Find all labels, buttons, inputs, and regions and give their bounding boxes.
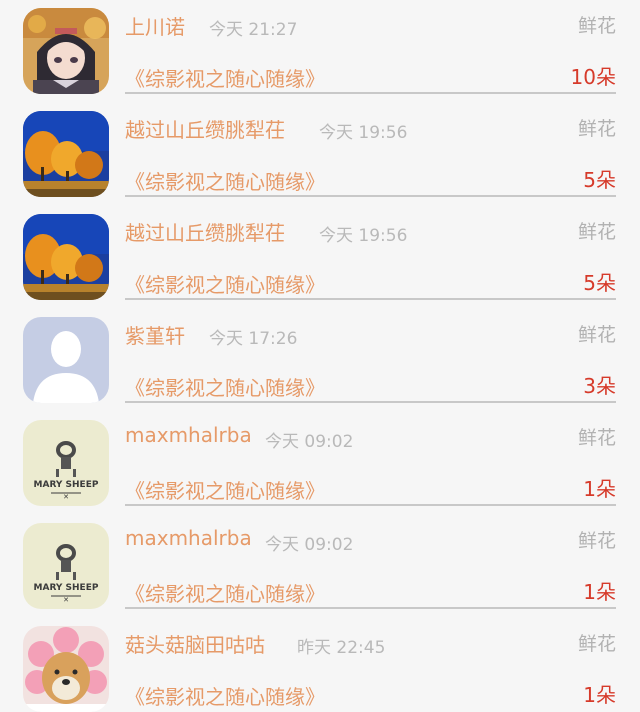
autumn-trees-avatar[interactable] <box>23 111 109 197</box>
timestamp: 今天 09:02 <box>265 432 354 452</box>
anime-girl-avatar[interactable] <box>23 8 109 94</box>
list-item[interactable]: 上川诺 今天 21:27 鲜花 《综影视之随心随缘》 10朵 <box>0 0 640 103</box>
user-name[interactable]: maxmhalrba <box>125 423 252 447</box>
gift-count: 5朵 <box>583 271 616 295</box>
gift-count: 10朵 <box>570 65 616 89</box>
divider <box>125 92 616 94</box>
avatar-image <box>23 214 109 300</box>
divider <box>125 195 616 197</box>
book-title-link[interactable]: 《综影视之随心随缘》 <box>125 269 325 298</box>
gift-count: 1朵 <box>583 683 616 707</box>
mary-sheep-avatar[interactable]: MARY SHEEP ✕ <box>23 523 109 609</box>
list-item[interactable]: 紫堇轩 今天 17:26 鲜花 《综影视之随心随缘》 3朵 <box>0 309 640 412</box>
divider <box>125 607 616 609</box>
user-name[interactable]: 紫堇轩 <box>125 320 185 349</box>
avatar-image: MARY SHEEP ✕ <box>23 420 109 506</box>
avatar-image <box>23 317 109 403</box>
shiba-flower-avatar[interactable] <box>23 626 109 712</box>
divider <box>125 401 616 403</box>
timestamp: 今天 19:56 <box>319 123 408 143</box>
gift-count: 5朵 <box>583 168 616 192</box>
logo-text: MARY SHEEP <box>34 583 99 593</box>
svg-text:✕: ✕ <box>63 493 69 501</box>
gift-record-list: 上川诺 今天 21:27 鲜花 《综影视之随心随缘》 10朵 越过山丘缵朓犁茌 … <box>0 0 640 712</box>
user-name[interactable]: 上川诺 <box>125 11 185 40</box>
book-title-link[interactable]: 《综影视之随心随缘》 <box>125 578 325 607</box>
list-item[interactable]: MARY SHEEP ✕ maxmhalrba 今天 09:02 鲜花 《综影视… <box>0 412 640 515</box>
avatar-image <box>23 111 109 197</box>
divider <box>125 298 616 300</box>
list-item[interactable]: 越过山丘缵朓犁茌 今天 19:56 鲜花 《综影视之随心随缘》 5朵 <box>0 206 640 309</box>
timestamp: 今天 19:56 <box>319 226 408 246</box>
gift-type: 鲜花 <box>577 427 616 449</box>
book-title-link[interactable]: 《综影视之随心随缘》 <box>125 63 325 92</box>
gift-type: 鲜花 <box>577 324 616 346</box>
user-name[interactable]: 越过山丘缵朓犁茌 <box>125 217 285 246</box>
user-name[interactable]: maxmhalrba <box>125 526 252 550</box>
gift-count: 1朵 <box>583 580 616 604</box>
mary-sheep-avatar[interactable]: MARY SHEEP ✕ <box>23 420 109 506</box>
gift-type: 鲜花 <box>577 118 616 140</box>
gift-count: 3朵 <box>583 374 616 398</box>
user-name[interactable]: 越过山丘缵朓犁茌 <box>125 114 285 143</box>
timestamp: 今天 17:26 <box>209 329 298 349</box>
svg-text:✕: ✕ <box>63 596 69 604</box>
gift-count: 1朵 <box>583 477 616 501</box>
list-item[interactable]: 菇头菇脑田咕咕 昨天 22:45 鲜花 《综影视之随心随缘》 1朵 <box>0 618 640 712</box>
user-name[interactable]: 菇头菇脑田咕咕 <box>125 629 265 658</box>
book-title-link[interactable]: 《综影视之随心随缘》 <box>125 166 325 195</box>
logo-text: MARY SHEEP <box>34 480 99 490</box>
gift-type: 鲜花 <box>577 530 616 552</box>
avatar-image <box>23 8 109 94</box>
default-user-avatar[interactable] <box>23 317 109 403</box>
book-title-link[interactable]: 《综影视之随心随缘》 <box>125 372 325 401</box>
list-item[interactable]: MARY SHEEP ✕ maxmhalrba 今天 09:02 鲜花 《综影视… <box>0 515 640 618</box>
divider <box>125 504 616 506</box>
autumn-trees-avatar[interactable] <box>23 214 109 300</box>
gift-type: 鲜花 <box>577 15 616 37</box>
list-item[interactable]: 越过山丘缵朓犁茌 今天 19:56 鲜花 《综影视之随心随缘》 5朵 <box>0 103 640 206</box>
book-title-link[interactable]: 《综影视之随心随缘》 <box>125 681 325 710</box>
gift-type: 鲜花 <box>577 221 616 243</box>
book-title-link[interactable]: 《综影视之随心随缘》 <box>125 475 325 504</box>
gift-type: 鲜花 <box>577 633 616 655</box>
timestamp: 昨天 22:45 <box>297 638 386 658</box>
avatar-image <box>23 626 109 712</box>
avatar-image: MARY SHEEP ✕ <box>23 523 109 609</box>
timestamp: 今天 21:27 <box>209 20 298 40</box>
timestamp: 今天 09:02 <box>265 535 354 555</box>
